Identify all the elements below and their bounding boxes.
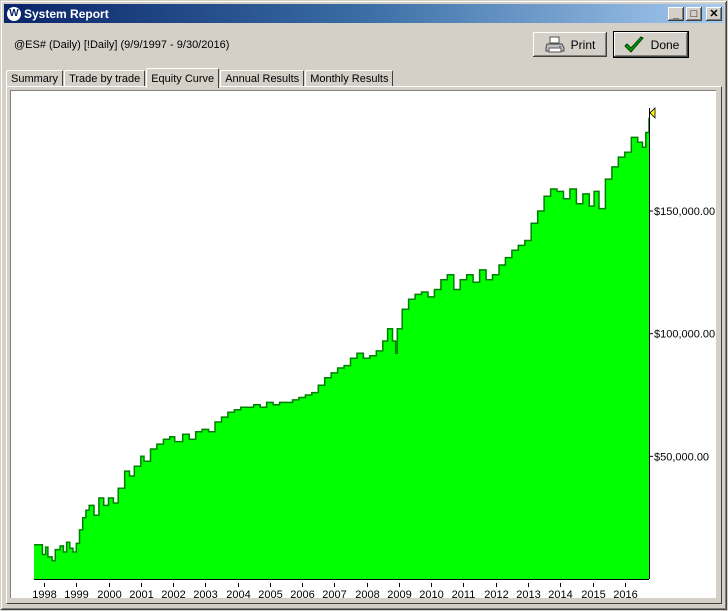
x-tick-label: 2014 [548,589,572,598]
tab-trade-by-trade[interactable]: Trade by trade [64,70,146,87]
printer-icon [545,36,565,54]
x-tick-label: 2000 [97,589,121,598]
done-label: Done [650,37,680,52]
x-tick-label: 2011 [452,589,476,598]
maximize-button[interactable]: □ [686,6,702,21]
x-tick-label: 2009 [387,589,411,598]
print-button[interactable]: Print [533,32,607,57]
done-button[interactable]: Done [613,31,689,58]
x-tick-label: 1998 [32,589,56,598]
x-tick-label: 2001 [129,589,153,598]
x-tick-label: 2016 [613,589,637,598]
window-title: System Report [24,6,109,21]
y-tick-label: $100,000.00 [654,329,715,341]
tab-equity-curve[interactable]: Equity Curve [146,68,220,88]
equity-area-fill [34,117,649,580]
report-tabs: Summary Trade by trade Equity Curve Annu… [6,67,394,88]
equity-curve-chart: $50,000.00 $100,000.00 $150,000.00 1998 1999… [32,106,715,601]
title-bar[interactable]: W System Report _ □ ✕ [4,4,724,23]
tab-panel: $50,000.00 $100,000.00 $150,000.00 1998 1999… [6,86,722,604]
last-value-marker [649,106,656,119]
y-tick-label: $150,000.00 [654,206,715,218]
checkmark-icon [623,35,645,54]
x-tick-label: 2004 [226,589,250,598]
x-tick-label: 2005 [258,589,282,598]
equity-chart-area: $50,000.00 $100,000.00 $150,000.00 1998 1999… [10,90,716,601]
print-label: Print [570,37,596,52]
tab-summary[interactable]: Summary [6,70,64,87]
x-tick-label: 2008 [355,589,379,598]
x-tick-label: 2013 [516,589,540,598]
minimize-button[interactable]: _ [668,6,684,21]
close-button[interactable]: ✕ [706,6,722,21]
tab-annual-results[interactable]: Annual Results [220,70,305,87]
x-tick-label: 1999 [64,589,88,598]
system-report-window: W System Report _ □ ✕ @ES# (Daily) [!Dai… [0,0,728,611]
report-subtitle: @ES# (Daily) [!Daily] (9/9/1997 - 9/30/2… [14,39,230,51]
x-tick-label: 2012 [484,589,508,598]
x-tick-label: 2002 [161,589,185,598]
app-logo-icon: W [7,6,21,21]
x-tick-label: 2015 [581,589,605,598]
x-tick-label: 2006 [290,589,314,598]
tab-monthly-results[interactable]: Monthly Results [305,70,394,87]
y-tick-label: $50,000.00 [654,451,709,463]
x-tick-label: 2007 [322,589,346,598]
x-tick-label: 2003 [193,589,217,598]
x-tick-label: 2010 [419,589,443,598]
